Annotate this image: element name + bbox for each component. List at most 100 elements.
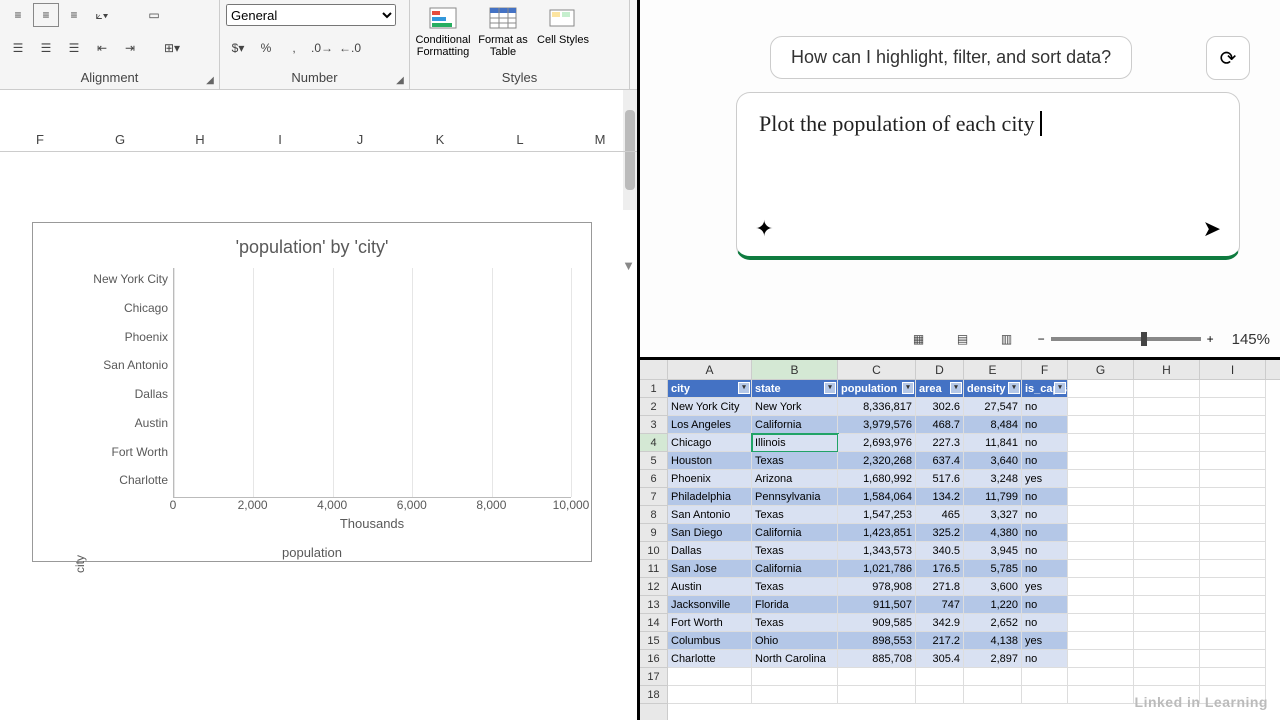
table-cell[interactable]: Phoenix: [668, 470, 752, 488]
increase-decimal-icon[interactable]: .0→: [310, 37, 334, 59]
table-cell[interactable]: California: [752, 416, 838, 434]
table-cell[interactable]: 3,979,576: [838, 416, 916, 434]
table-cell[interactable]: no: [1022, 434, 1068, 452]
table-cell[interactable]: 1,220: [964, 596, 1022, 614]
table-cell[interactable]: 3,640: [964, 452, 1022, 470]
increase-indent-icon[interactable]: ⇥: [118, 37, 142, 59]
align-middle-icon[interactable]: ≡: [34, 4, 58, 26]
sheet-column-header[interactable]: E: [964, 360, 1022, 379]
table-cell[interactable]: 2,693,976: [838, 434, 916, 452]
send-button[interactable]: ➤: [1203, 216, 1221, 242]
align-bottom-icon[interactable]: ≡: [62, 4, 86, 26]
table-cell[interactable]: Fort Worth: [668, 614, 752, 632]
currency-icon[interactable]: $▾: [226, 37, 250, 59]
table-cell[interactable]: Charlotte: [668, 650, 752, 668]
zoom-percent-label[interactable]: 145%: [1232, 331, 1270, 348]
table-cell[interactable]: 325.2: [916, 524, 964, 542]
table-cell[interactable]: no: [1022, 452, 1068, 470]
sheet-column-header[interactable]: A: [668, 360, 752, 379]
table-cell[interactable]: 134.2: [916, 488, 964, 506]
table-cell[interactable]: 637.4: [916, 452, 964, 470]
table-cell[interactable]: no: [1022, 596, 1068, 614]
sheet-row-header[interactable]: 14: [640, 614, 667, 632]
sheet-row-header[interactable]: 8: [640, 506, 667, 524]
table-cell[interactable]: 468.7: [916, 416, 964, 434]
table-cell[interactable]: no: [1022, 506, 1068, 524]
table-cell[interactable]: no: [1022, 560, 1068, 578]
align-right-icon[interactable]: ☰: [62, 37, 86, 59]
conditional-formatting-button[interactable]: Conditional Formatting: [416, 4, 470, 58]
table-cell[interactable]: no: [1022, 542, 1068, 560]
table-cell[interactable]: 1,343,573: [838, 542, 916, 560]
table-header-cell[interactable]: state▾: [752, 380, 838, 398]
table-cell[interactable]: Texas: [752, 614, 838, 632]
table-cell[interactable]: 1,021,786: [838, 560, 916, 578]
table-cell[interactable]: Ohio: [752, 632, 838, 650]
table-cell[interactable]: 8,336,817: [838, 398, 916, 416]
table-cell[interactable]: 27,547: [964, 398, 1022, 416]
column-header[interactable]: F: [0, 132, 80, 151]
table-cell[interactable]: Texas: [752, 506, 838, 524]
sheet-row-header[interactable]: 10: [640, 542, 667, 560]
table-cell[interactable]: Columbus: [668, 632, 752, 650]
table-cell[interactable]: 4,138: [964, 632, 1022, 650]
table-cell[interactable]: 340.5: [916, 542, 964, 560]
table-cell[interactable]: North Carolina: [752, 650, 838, 668]
sheet-column-header[interactable]: D: [916, 360, 964, 379]
sheet-column-header[interactable]: C: [838, 360, 916, 379]
table-cell[interactable]: 3,600: [964, 578, 1022, 596]
table-cell[interactable]: 3,945: [964, 542, 1022, 560]
table-cell[interactable]: Los Angeles: [668, 416, 752, 434]
table-cell[interactable]: 885,708: [838, 650, 916, 668]
sheet-row-header[interactable]: 4: [640, 434, 667, 452]
number-format-select[interactable]: General: [226, 4, 396, 26]
filter-dropdown-icon[interactable]: ▾: [824, 382, 836, 394]
filter-dropdown-icon[interactable]: ▾: [738, 382, 750, 394]
decrease-decimal-icon[interactable]: ←.0: [338, 37, 362, 59]
page-layout-view-icon[interactable]: ▤: [950, 326, 976, 352]
table-cell[interactable]: 3,248: [964, 470, 1022, 488]
table-cell[interactable]: 465: [916, 506, 964, 524]
table-cell[interactable]: 11,841: [964, 434, 1022, 452]
format-as-table-button[interactable]: Format as Table: [476, 4, 530, 58]
decrease-indent-icon[interactable]: ⇤: [90, 37, 114, 59]
normal-view-icon[interactable]: ▦: [906, 326, 932, 352]
sheet-column-header[interactable]: I: [1200, 360, 1266, 379]
comma-icon[interactable]: ,: [282, 37, 306, 59]
table-cell[interactable]: San Antonio: [668, 506, 752, 524]
embedded-chart[interactable]: 'population' by 'city' city New York Cit…: [32, 222, 592, 562]
sheet-row-header[interactable]: 12: [640, 578, 667, 596]
table-cell[interactable]: 2,897: [964, 650, 1022, 668]
column-header[interactable]: L: [480, 132, 560, 151]
filter-dropdown-icon[interactable]: ▾: [902, 382, 914, 394]
table-cell[interactable]: 1,423,851: [838, 524, 916, 542]
sheet-row-header[interactable]: 17: [640, 668, 667, 686]
select-all-corner[interactable]: [640, 360, 668, 380]
column-header[interactable]: I: [240, 132, 320, 151]
table-cell[interactable]: no: [1022, 524, 1068, 542]
table-cell[interactable]: 909,585: [838, 614, 916, 632]
table-cell[interactable]: Austin: [668, 578, 752, 596]
sheet-row-header[interactable]: 13: [640, 596, 667, 614]
table-cell[interactable]: San Diego: [668, 524, 752, 542]
sheet-row-header[interactable]: 2: [640, 398, 667, 416]
table-cell[interactable]: San Jose: [668, 560, 752, 578]
table-cell[interactable]: Illinois: [752, 434, 838, 452]
copilot-suggestion-pill[interactable]: How can I highlight, filter, and sort da…: [770, 36, 1132, 79]
table-cell[interactable]: 747: [916, 596, 964, 614]
align-top-icon[interactable]: ≡: [6, 4, 30, 26]
table-cell[interactable]: 4,380: [964, 524, 1022, 542]
table-cell[interactable]: 3,327: [964, 506, 1022, 524]
zoom-in-icon[interactable]: +: [1207, 332, 1214, 346]
filter-dropdown-icon[interactable]: ▾: [1054, 382, 1066, 394]
table-cell[interactable]: 11,799: [964, 488, 1022, 506]
table-cell[interactable]: 898,553: [838, 632, 916, 650]
table-header-cell[interactable]: density▾: [964, 380, 1022, 398]
wrap-text-icon[interactable]: ▭: [142, 4, 166, 26]
table-cell[interactable]: California: [752, 524, 838, 542]
table-cell[interactable]: Florida: [752, 596, 838, 614]
table-cell[interactable]: 1,680,992: [838, 470, 916, 488]
table-header-cell[interactable]: city▾: [668, 380, 752, 398]
sheet-row-header[interactable]: 6: [640, 470, 667, 488]
table-cell[interactable]: 305.4: [916, 650, 964, 668]
